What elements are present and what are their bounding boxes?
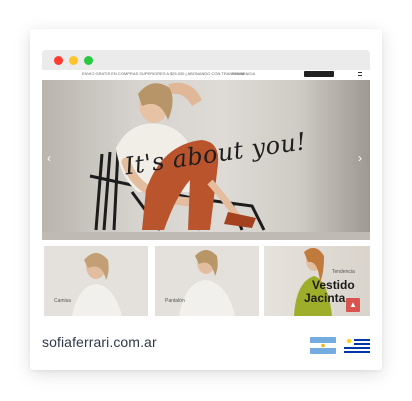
browser-window: ENVIO GRATIS EN COMPRAS SUPERIORES A $25… [42,50,370,316]
scroll-top-button[interactable]: ▲ [346,298,360,312]
site-topbar: ENVIO GRATIS EN COMPRAS SUPERIORES A $25… [42,70,370,80]
minimize-window-button[interactable] [69,56,78,65]
hero-slider[interactable]: It's about you! ‹ › [42,80,370,240]
product-caption: Pantalón [165,298,185,304]
maximize-window-button[interactable] [84,56,93,65]
site-url-text: sofiaferrari.com.ar [42,334,157,350]
product-caption: Camisa [54,298,71,304]
argentina-flag-icon[interactable] [310,337,336,354]
product-photo [72,253,122,316]
card-footer: sofiaferrari.com.ar [30,316,382,370]
collection-title-line2: Jacinta [304,291,346,305]
slider-prev-arrow-icon[interactable]: ‹ [47,152,51,164]
uruguay-flag-icon[interactable] [344,337,370,354]
product-card-camisa[interactable]: Camisa [44,246,148,316]
search-input[interactable]: Buscar... [232,71,248,76]
collection-eyebrow: Tendencia [332,269,355,275]
close-window-button[interactable] [54,56,63,65]
hamburger-menu-icon[interactable] [358,72,362,76]
announcement-text: ENVIO GRATIS EN COMPRAS SUPERIORES A $25… [82,71,256,76]
product-photo [179,250,235,316]
collection-title-line1: Vestido [312,278,355,292]
product-thumbnails: Camisa Pantalón Tendencia Vestido Jacint… [42,246,370,316]
uruguay-flag-graphic [344,337,370,354]
browser-titlebar [42,50,370,70]
login-button[interactable] [304,71,334,77]
screenshot-card: ENVIO GRATIS EN COMPRAS SUPERIORES A $25… [30,29,382,370]
product-card-pantalon[interactable]: Pantalón [155,246,259,316]
slider-next-arrow-icon[interactable]: › [358,152,362,164]
argentina-flag-graphic [310,337,336,354]
